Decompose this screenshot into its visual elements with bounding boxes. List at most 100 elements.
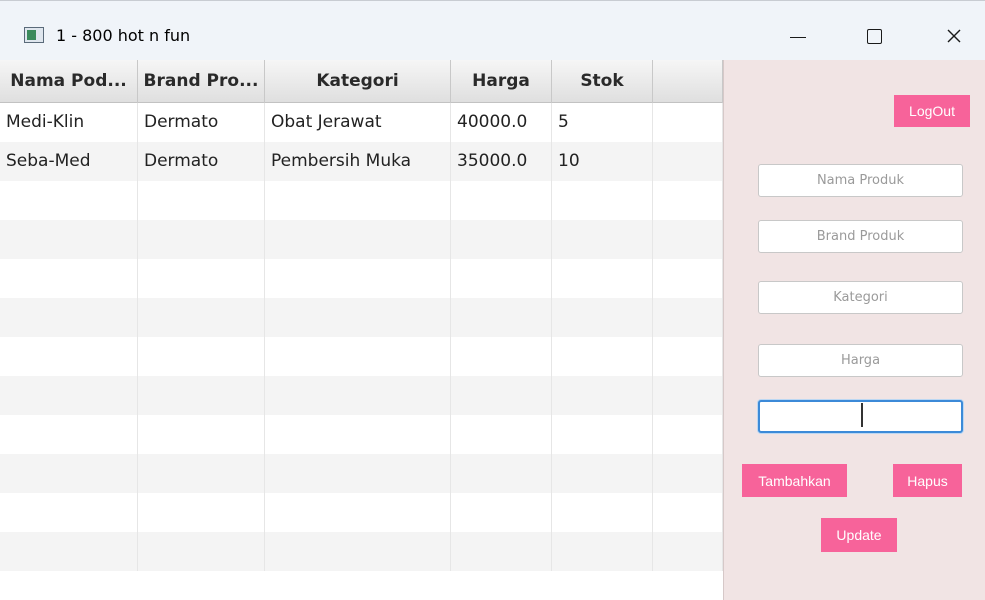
table-row[interactable] <box>0 493 723 532</box>
text-caret <box>861 403 863 427</box>
table-cell <box>451 181 552 220</box>
table-row[interactable]: Medi-Klin Dermato Obat Jerawat 40000.0 5 <box>0 103 723 142</box>
table-cell <box>552 493 653 532</box>
table-cell <box>653 259 723 298</box>
table-cell <box>138 259 265 298</box>
update-button[interactable]: Update <box>821 518 897 552</box>
table-header: Nama Pod... Brand Pro... Kategori Harga … <box>0 60 723 103</box>
column-header-filler <box>653 60 723 103</box>
table-cell <box>653 376 723 415</box>
table-row[interactable] <box>0 337 723 376</box>
column-header-stok[interactable]: Stok <box>552 60 653 103</box>
table-cell: Obat Jerawat <box>265 103 451 142</box>
table-cell <box>653 103 723 142</box>
table-cell <box>451 376 552 415</box>
table-row[interactable] <box>0 181 723 220</box>
table-cell: 40000.0 <box>451 103 552 142</box>
table-cell <box>552 181 653 220</box>
table-cell <box>552 415 653 454</box>
table-row[interactable] <box>0 415 723 454</box>
table-cell: 5 <box>552 103 653 142</box>
app-window: 1 - 800 hot n fun Nama Pod... Brand Pro.… <box>0 0 985 600</box>
table-cell <box>451 454 552 493</box>
app-window-icon <box>24 27 44 43</box>
maximize-button[interactable] <box>854 21 894 51</box>
table-row[interactable] <box>0 454 723 493</box>
table-cell <box>451 298 552 337</box>
table-cell <box>265 259 451 298</box>
maximize-icon <box>866 28 882 44</box>
table-cell: Seba-Med <box>0 142 138 181</box>
table-cell <box>451 220 552 259</box>
close-button[interactable] <box>934 21 974 51</box>
table-cell <box>653 220 723 259</box>
table-cell <box>653 532 723 571</box>
table-cell <box>138 532 265 571</box>
table-cell <box>451 493 552 532</box>
column-header-nama-produk[interactable]: Nama Pod... <box>0 60 138 103</box>
product-table[interactable]: Nama Pod... Brand Pro... Kategori Harga … <box>0 60 723 600</box>
title-bar[interactable]: 1 - 800 hot n fun <box>0 0 985 60</box>
table-cell <box>0 454 138 493</box>
minimize-icon <box>790 36 806 38</box>
table-cell <box>0 259 138 298</box>
table-cell <box>653 493 723 532</box>
form-panel: LogOut Tambahkan Hapus Update <box>723 60 985 600</box>
nama-produk-input[interactable] <box>758 164 963 197</box>
table-cell <box>451 415 552 454</box>
table-cell <box>653 181 723 220</box>
table-cell <box>138 415 265 454</box>
table-cell <box>0 493 138 532</box>
minimize-button[interactable] <box>778 21 818 51</box>
brand-produk-input[interactable] <box>758 220 963 253</box>
table-cell <box>552 298 653 337</box>
table-cell <box>0 220 138 259</box>
table-row[interactable] <box>0 532 723 571</box>
tambahkan-button[interactable]: Tambahkan <box>742 464 847 497</box>
column-header-kategori[interactable]: Kategori <box>265 60 451 103</box>
table-cell <box>0 337 138 376</box>
table-row[interactable]: Seba-Med Dermato Pembersih Muka 35000.0 10 <box>0 142 723 181</box>
table-cell <box>138 493 265 532</box>
table-cell <box>451 532 552 571</box>
table-cell <box>0 181 138 220</box>
table-cell <box>0 415 138 454</box>
logout-button[interactable]: LogOut <box>894 95 970 127</box>
table-cell <box>451 259 552 298</box>
column-header-brand-produk[interactable]: Brand Pro... <box>138 60 265 103</box>
table-row[interactable] <box>0 298 723 337</box>
window-title: 1 - 800 hot n fun <box>56 26 191 45</box>
table-cell <box>552 532 653 571</box>
table-cell <box>265 454 451 493</box>
table-cell <box>265 181 451 220</box>
table-row[interactable] <box>0 259 723 298</box>
table-row[interactable] <box>0 376 723 415</box>
table-cell <box>265 376 451 415</box>
close-icon <box>947 29 961 43</box>
table-cell <box>138 181 265 220</box>
table-cell: 35000.0 <box>451 142 552 181</box>
table-cell <box>653 415 723 454</box>
hapus-button[interactable]: Hapus <box>893 464 962 497</box>
table-cell: Pembersih Muka <box>265 142 451 181</box>
table-cell <box>265 337 451 376</box>
table-cell <box>265 532 451 571</box>
table-cell <box>138 337 265 376</box>
table-cell <box>552 454 653 493</box>
table-row[interactable] <box>0 220 723 259</box>
harga-input[interactable] <box>758 344 963 377</box>
kategori-input[interactable] <box>758 281 963 314</box>
table-cell <box>138 376 265 415</box>
table-cell <box>138 220 265 259</box>
table-cell: 10 <box>552 142 653 181</box>
column-header-harga[interactable]: Harga <box>451 60 552 103</box>
table-cell <box>653 142 723 181</box>
table-cell: Medi-Klin <box>0 103 138 142</box>
table-cell <box>265 415 451 454</box>
table-cell <box>265 493 451 532</box>
table-cell <box>552 259 653 298</box>
table-cell <box>552 337 653 376</box>
table-cell <box>0 298 138 337</box>
table-cell <box>265 220 451 259</box>
table-cell <box>265 298 451 337</box>
